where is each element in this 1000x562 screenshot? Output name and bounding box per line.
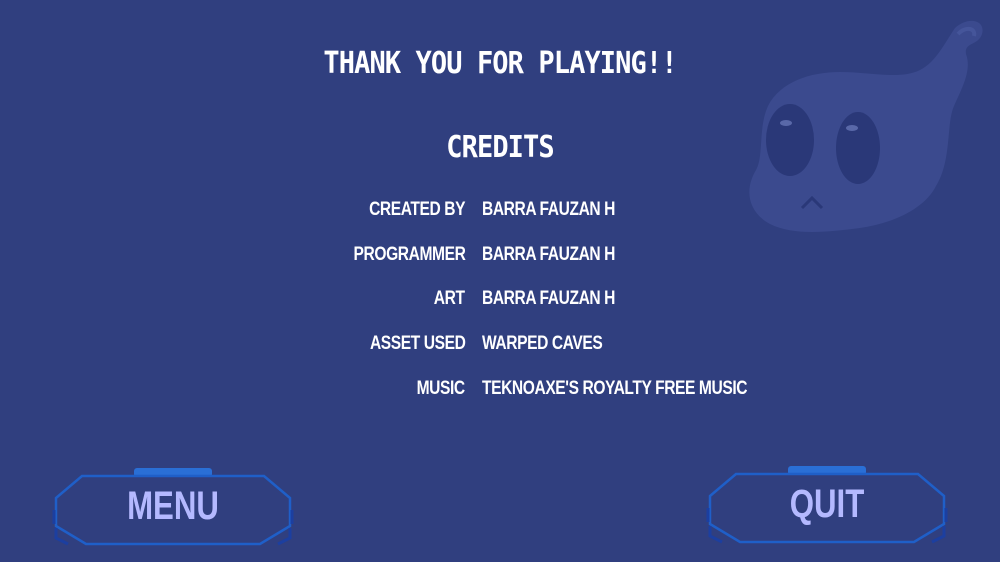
credit-row-asset-used: ASSET USED WARPED CAVES	[0, 330, 1000, 375]
quit-button[interactable]: QUIT	[706, 464, 948, 546]
credits-list: CREATED BY BARRA FAUZAN H PROGRAMMER BAR…	[0, 196, 1000, 419]
menu-button-label: MENU	[127, 484, 219, 528]
credit-label: MUSIC	[416, 377, 466, 399]
credit-label: CREATED BY	[368, 199, 465, 220]
credit-value: BARRA FAUZAN H	[482, 288, 616, 310]
menu-button[interactable]: MENU	[52, 466, 294, 548]
credit-row-created-by: CREATED BY BARRA FAUZAN H	[0, 196, 1000, 241]
credit-label: ART	[434, 288, 465, 310]
credit-label: PROGRAMMER	[353, 243, 465, 265]
credit-row-programmer: PROGRAMMER BARRA FAUZAN H	[0, 241, 1000, 286]
credit-row-art: ART BARRA FAUZAN H	[0, 285, 1000, 330]
end-credits-screen: THANK YOU FOR PLAYING!! CREDITS CREATED …	[0, 0, 1000, 562]
credit-row-music: MUSIC TEKNOAXE'S ROYALTY FREE MUSIC	[0, 375, 1000, 420]
quit-button-label: QUIT	[789, 482, 865, 526]
credit-value: TEKNOAXE'S ROYALTY FREE MUSIC	[482, 377, 748, 399]
credit-value: WARPED CAVES	[482, 333, 603, 355]
credit-value: BARRA FAUZAN H	[482, 199, 616, 220]
credits-heading: CREDITS	[446, 130, 554, 165]
thank-you-title: THANK YOU FOR PLAYING!!	[323, 46, 677, 81]
credit-label: ASSET USED	[369, 333, 466, 355]
credit-value: BARRA FAUZAN H	[482, 243, 616, 265]
